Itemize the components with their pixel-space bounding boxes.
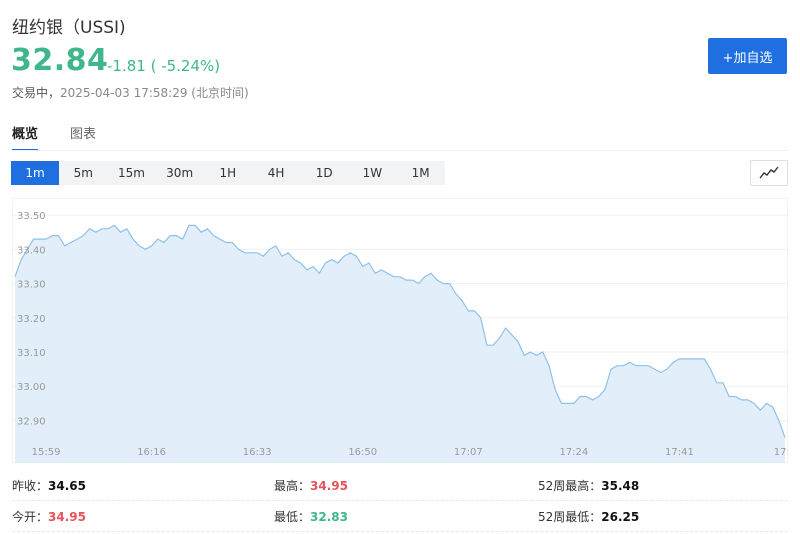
x-tick-label: 16:16 <box>137 447 166 458</box>
interval-1w[interactable]: 1W <box>348 161 396 185</box>
stat-value: 34.65 <box>48 479 86 493</box>
interval-selector: 1m 5m 15m 30m 1H 4H 1D 1W 1M <box>11 161 445 185</box>
stat-open: 今开：34.95 <box>12 508 258 525</box>
interval-30m[interactable]: 30m <box>156 161 204 185</box>
stat-prev-close: 昨收：34.65 <box>12 477 258 494</box>
stat-label: 今开： <box>12 510 49 524</box>
stat-value: 34.95 <box>48 510 86 524</box>
x-tick-label: 15:59 <box>32 447 61 458</box>
chart-type-toggle[interactable] <box>750 160 788 186</box>
stat-label: 52周最高： <box>538 479 602 493</box>
stat-high: 最高：34.95 <box>274 477 520 494</box>
y-tick-label: 33.20 <box>17 314 46 325</box>
tabs-divider <box>12 150 788 151</box>
instrument-title: 纽约银（USSI) <box>12 18 126 38</box>
interval-1m[interactable]: 1m <box>11 161 60 185</box>
price-chart[interactable]: 33.50 33.40 33.30 33.20 33.10 33.00 32.90 15:59… <box>12 198 788 463</box>
add-to-watchlist-button[interactable]: +加自选 <box>708 38 787 74</box>
stat-52w-low: 52周最低：26.25 <box>538 508 784 525</box>
stats-table: 昨收：34.65 最高：34.95 52周最高：35.48 今开：34.95 最… <box>12 470 788 532</box>
y-tick-label: 33.30 <box>17 280 46 291</box>
x-tick-label: 16:50 <box>348 447 377 458</box>
tab-chart[interactable]: 图表 <box>70 123 96 151</box>
stat-label: 最低： <box>274 510 311 524</box>
x-tick-label: 17:5 <box>774 447 788 458</box>
stat-label: 52周最低： <box>538 510 602 524</box>
stat-value: 26.25 <box>601 510 640 524</box>
x-tick-label: 17:41 <box>665 447 694 458</box>
trading-status-time: 2025-04-03 17:58:29 (北京时间) <box>60 86 249 100</box>
stat-value: 34.95 <box>310 479 348 493</box>
stat-label: 最高： <box>274 479 311 493</box>
interval-1d[interactable]: 1D <box>300 161 348 185</box>
x-tick-label: 17:07 <box>454 447 483 458</box>
trading-status-label: 交易中， <box>12 86 61 100</box>
stat-label: 昨收： <box>12 479 49 493</box>
y-tick-label: 33.50 <box>17 211 46 222</box>
trading-status: 交易中，2025-04-03 17:58:29 (北京时间) <box>12 84 249 101</box>
interval-5m[interactable]: 5m <box>59 161 107 185</box>
stat-value: 32.83 <box>310 510 348 524</box>
stat-52w-high: 52周最高：35.48 <box>538 477 784 494</box>
stat-low: 最低：32.83 <box>274 508 520 525</box>
stats-row: 昨收：34.65 最高：34.95 52周最高：35.48 <box>12 470 788 501</box>
line-chart-icon <box>759 166 779 179</box>
interval-1h[interactable]: 1H <box>204 161 252 185</box>
stats-row: 今开：34.95 最低：32.83 52周最低：26.25 <box>12 501 788 532</box>
view-tabs: 概览 图表 <box>12 123 128 151</box>
last-price: 32.84 <box>11 43 109 78</box>
stat-value: 35.48 <box>601 479 640 493</box>
interval-4h[interactable]: 4H <box>252 161 300 185</box>
price-change: -1.81 ( -5.24%) <box>107 57 221 75</box>
tab-overview[interactable]: 概览 <box>12 123 39 151</box>
y-tick-label: 32.90 <box>17 416 46 427</box>
y-tick-label: 33.10 <box>17 348 46 359</box>
x-tick-label: 17:24 <box>559 447 588 458</box>
y-tick-label: 33.40 <box>17 245 46 256</box>
x-tick-label: 16:33 <box>243 447 272 458</box>
interval-15m[interactable]: 15m <box>107 161 155 185</box>
y-tick-label: 33.00 <box>17 382 46 393</box>
interval-1mo[interactable]: 1M <box>397 161 445 185</box>
